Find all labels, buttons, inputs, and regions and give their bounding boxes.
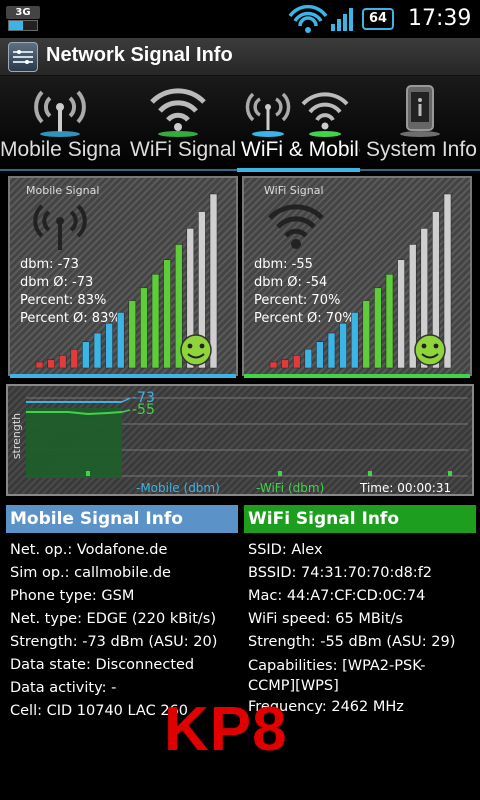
signal-history-graph: strength -73 -55 -Mobile (dbm) -WiFi (db… — [6, 384, 474, 496]
info-row-sim-op: Sim op.: callmobile.de — [10, 565, 171, 581]
signal-bar — [163, 259, 171, 369]
signal-bar — [362, 300, 371, 369]
wifi-signal-bars — [269, 193, 452, 369]
data-activity-bar — [8, 20, 38, 31]
signal-bar — [47, 359, 55, 369]
wifi-gauge-glow — [244, 374, 470, 378]
signal-bar — [327, 332, 336, 369]
mobile-signal-gauge: Mobile Signal dbm: -73 dbm Ø: -73 Percen… — [8, 176, 238, 378]
mobile-legend: -Mobile (dbm) — [136, 481, 220, 494]
wifi-signal-gauge: WiFi Signal dbm: -55 dbm Ø: -54 Percent:… — [242, 176, 472, 378]
tab-label: System Info — [366, 138, 477, 161]
wifi-info-section: WiFi Signal Info SSID: Alex BSSID: 74:31… — [244, 505, 476, 719]
battery-icon: 64 — [362, 8, 394, 30]
tab-wifi-and-mobile[interactable]: WiFi & Mobile — [235, 76, 360, 172]
signal-bar — [93, 332, 102, 369]
elapsed-time: Time: 00:00:31 — [359, 481, 451, 494]
signal-bar — [385, 273, 394, 369]
signal-bar — [316, 341, 324, 369]
wifi-info-header: WiFi Signal Info — [244, 505, 476, 533]
signal-bar — [304, 348, 313, 369]
signal-bar — [105, 322, 113, 369]
status-bar: 3G 64 17:39 — [0, 0, 480, 38]
clock: 17:39 — [408, 6, 472, 31]
android-face-icon — [180, 334, 212, 366]
wifi-current-value: -55 — [132, 402, 155, 418]
info-row-mac: Mac: 44:A7:CF:CD:0C:74 — [248, 588, 426, 604]
info-row-capabilities-cont: CCMP][WPS] — [248, 678, 339, 694]
tab-label: Mobile Signal — [0, 138, 120, 161]
info-row-net-type: Net. type: EDGE (220 kBit/s) — [10, 611, 216, 627]
signal-bar — [339, 322, 347, 369]
mobile-info-section: Mobile Signal Info Net. op.: Vodafone.de… — [6, 505, 238, 723]
signal-bar — [35, 361, 44, 369]
signal-bar — [151, 273, 160, 369]
tab-wifi-signal[interactable]: WiFi Signal — [120, 76, 235, 172]
watermark: KP8 — [164, 695, 288, 764]
app-title: Network Signal Info — [46, 44, 233, 66]
tab-bar: Mobile Signal WiFi Signal WiFi & Mobile — [0, 76, 480, 172]
signal-bar — [116, 312, 125, 369]
info-row-bssid: BSSID: 74:31:70:70:d8:f2 — [248, 565, 433, 581]
info-row-net-op: Net. op.: Vodafone.de — [10, 542, 168, 558]
signal-bar — [292, 355, 301, 369]
signal-bar — [269, 361, 278, 369]
signal-bar — [58, 355, 67, 369]
signal-icon — [331, 8, 353, 31]
mobile-gauge-glow — [10, 374, 236, 378]
network-type-indicator: 3G — [6, 6, 40, 32]
wifi-and-mobile-icon — [245, 92, 348, 137]
signal-bar — [82, 341, 90, 369]
info-row-strength: Strength: -73 dBm (ASU: 20) — [10, 634, 218, 650]
history-chart: strength -73 -55 -Mobile (dbm) -WiFi (db… — [10, 390, 468, 495]
network-type-label: 3G — [6, 6, 40, 19]
android-face-icon — [414, 334, 446, 366]
signal-bar — [397, 259, 405, 369]
app-icon — [8, 42, 38, 72]
signal-panels: Mobile Signal dbm: -73 dbm Ø: -73 Percen… — [0, 172, 480, 502]
phone-icon — [400, 85, 440, 137]
tab-mobile-signal[interactable]: Mobile Signal — [0, 76, 120, 172]
signal-bar — [128, 300, 137, 369]
signal-bar — [443, 193, 452, 369]
title-bar: Network Signal Info — [0, 38, 480, 76]
wifi-icon — [149, 88, 206, 137]
wifi-area — [26, 408, 122, 478]
info-row-data-state: Data state: Disconnected — [10, 657, 195, 673]
info-row-ssid: SSID: Alex — [248, 542, 323, 558]
tab-system-info[interactable]: System Info — [360, 76, 480, 172]
signal-bar — [374, 287, 382, 369]
info-row-capabilities: Capabilities: [WPA2-PSK- — [248, 658, 426, 674]
y-axis-label: strength — [10, 413, 23, 459]
signal-bar — [281, 359, 289, 369]
signal-bar — [350, 312, 359, 369]
signal-bar — [209, 193, 218, 369]
signal-bar — [140, 287, 148, 369]
wifi-legend: -WiFi (dbm) — [256, 481, 324, 494]
tab-label: WiFi Signal — [130, 138, 235, 161]
info-row-phone-type: Phone type: GSM — [10, 588, 135, 604]
tab-label: WiFi & Mobile — [241, 138, 360, 161]
info-row-wifi-speed: WiFi speed: 65 MBit/s — [248, 611, 403, 627]
antenna-icon — [34, 90, 86, 137]
info-row-strength: Strength: -55 dBm (ASU: 29) — [248, 634, 456, 650]
mobile-signal-bars — [35, 193, 218, 369]
mobile-info-header: Mobile Signal Info — [6, 505, 238, 533]
signal-bar — [70, 348, 79, 369]
